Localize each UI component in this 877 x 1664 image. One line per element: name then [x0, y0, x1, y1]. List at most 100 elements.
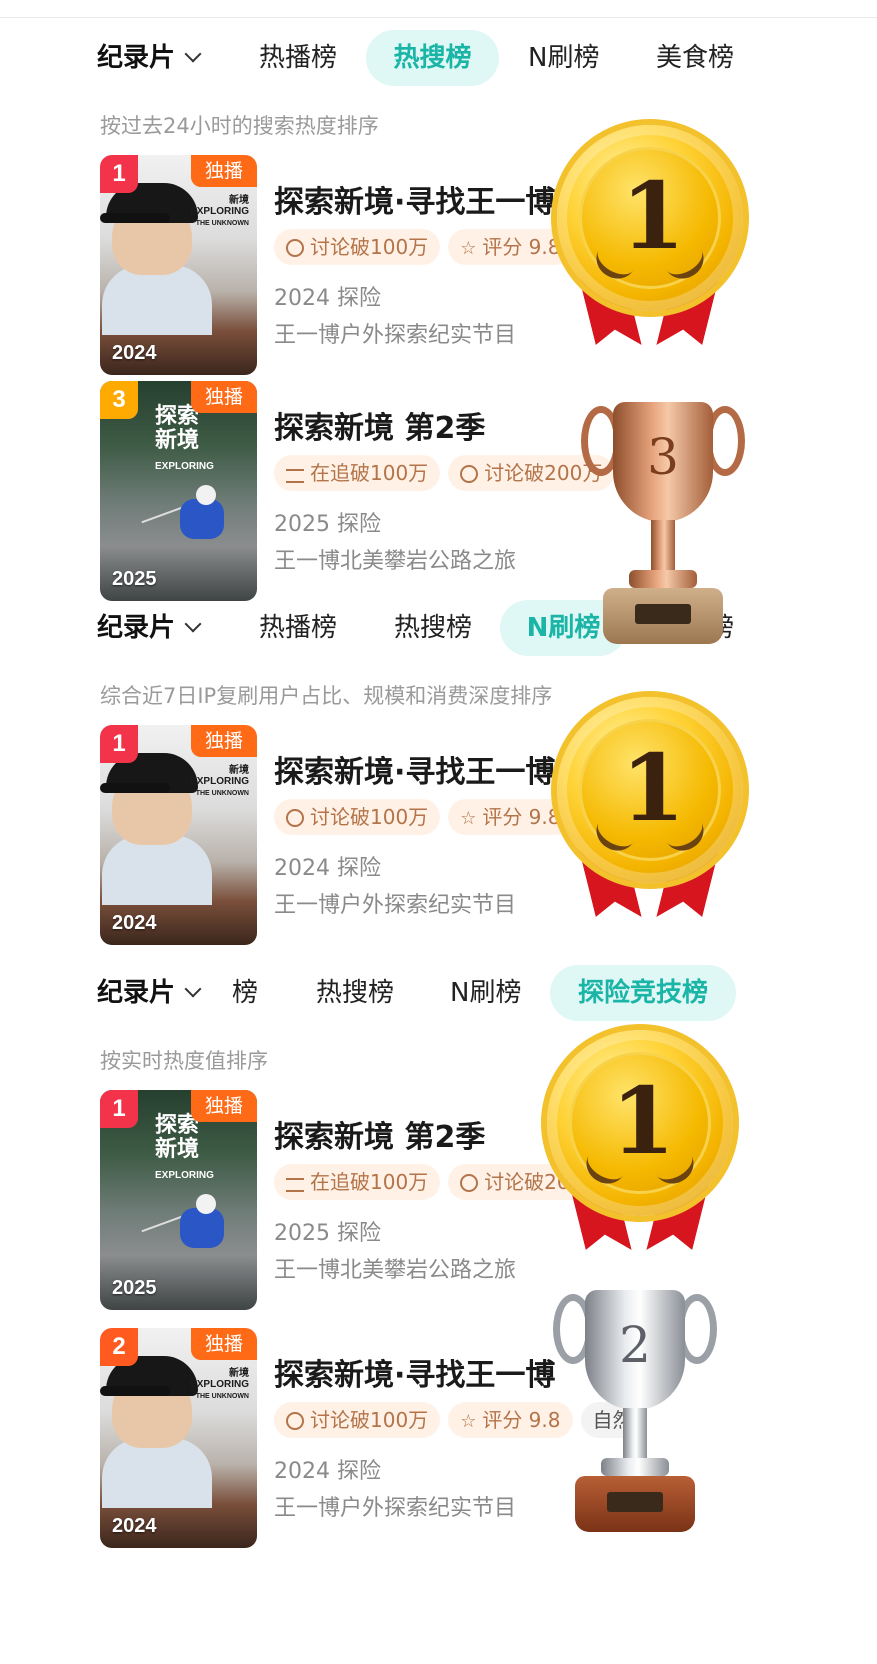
show-title[interactable]: 探索新境·寻找王一博	[274, 1350, 555, 1394]
show-poster[interactable]: 探索 新境 EXPLORING 1 独播 2025	[100, 1090, 257, 1310]
list-icon	[286, 1178, 304, 1192]
star-icon: ☆	[460, 1411, 477, 1432]
show-poster[interactable]: 探索 新境 EXPLORING 3 独播 2025	[100, 381, 257, 601]
show-meta: 2024 探险	[274, 286, 381, 311]
exclusive-badge: 独播	[191, 1090, 257, 1122]
rank-badge: 1	[100, 1090, 138, 1128]
trophy-collar	[629, 570, 697, 588]
show-title[interactable]: 探索新境·寻找王一博	[274, 177, 555, 221]
show-meta: 2024 探险	[274, 1459, 381, 1484]
rating-tag: ☆ 评分 9.8	[448, 229, 573, 265]
category-label: 纪录片	[97, 613, 176, 643]
chevron-down-icon	[184, 615, 202, 633]
poster-climber-helmet	[196, 1194, 216, 1214]
gold-medal-icon: 1	[557, 697, 747, 927]
comment-icon	[286, 809, 304, 827]
show-title[interactable]: 探索新境 第2季	[274, 403, 485, 447]
ranking-description: 按过去24小时的搜索热度排序	[100, 114, 379, 138]
tab-hot-search[interactable]: 热搜榜	[394, 600, 472, 656]
poster-figure	[102, 1438, 212, 1508]
ranking-tab-bar: 纪录片 热播榜 热搜榜 N刷榜 美食榜	[0, 30, 877, 86]
tab-adventure-competition[interactable]: 探险竞技榜	[550, 965, 736, 1021]
ranking-description: 综合近7日IP复刷用户占比、规模和消费深度排序	[100, 684, 553, 708]
medal-disc: 1	[547, 1030, 733, 1216]
chevron-down-icon	[184, 980, 202, 998]
show-poster[interactable]: 新境 EXPLORING THE UNKNOWN 1 独播 2024	[100, 155, 257, 375]
show-meta: 2025 探险	[274, 1221, 381, 1246]
show-description: 王一博户外探索纪实节目	[274, 893, 517, 918]
category-label: 纪录片	[97, 978, 176, 1008]
poster-title-text: 新境 EXPLORING THE UNKNOWN	[190, 765, 249, 797]
top-divider	[0, 0, 877, 18]
poster-climber	[180, 1208, 224, 1248]
poster-year: 2024	[112, 1515, 157, 1537]
show-poster[interactable]: 新境 EXPLORING THE UNKNOWN 1 独播 2024	[100, 725, 257, 945]
poster-title-text: 新境 EXPLORING THE UNKNOWN	[190, 1368, 249, 1400]
show-poster[interactable]: 新境 EXPLORING THE UNKNOWN 2 独播 2024	[100, 1328, 257, 1548]
trophy-stem	[651, 520, 675, 576]
poster-year: 2025	[112, 1277, 157, 1299]
tab-hot-search[interactable]: 热搜榜	[366, 30, 499, 86]
poster-cap-brim	[100, 1386, 170, 1396]
comment-icon	[460, 465, 479, 483]
category-dropdown[interactable]: 纪录片	[97, 965, 202, 1021]
poster-figure	[102, 835, 212, 905]
tab-n-rewatch[interactable]: N刷榜	[528, 30, 599, 86]
poster-figure	[102, 265, 212, 335]
comment-icon	[460, 1174, 479, 1192]
show-title[interactable]: 探索新境·寻找王一博	[274, 747, 555, 791]
poster-year: 2024	[112, 342, 157, 364]
ranking-tab-bar: 纪录片 榜 热搜榜 N刷榜 探险竞技榜	[0, 965, 877, 1021]
show-tags: 讨论破100万 ☆ 评分 9.8	[274, 229, 581, 265]
discussion-tag: 讨论破100万	[274, 799, 441, 835]
trophy-number: 2	[619, 1316, 651, 1374]
silver-trophy-icon: 2	[545, 1280, 725, 1540]
rank-badge: 2	[100, 1328, 138, 1366]
trophy-collar	[601, 1458, 669, 1476]
following-tag: 在追破100万	[274, 1164, 441, 1200]
trophy-plate	[635, 604, 691, 624]
show-description: 王一博北美攀岩公路之旅	[274, 549, 517, 574]
poster-climber	[180, 499, 224, 539]
show-title[interactable]: 探索新境 第2季	[274, 1112, 485, 1156]
show-tags: 讨论破100万 ☆ 评分 9.8	[274, 799, 581, 835]
poster-year: 2024	[112, 912, 157, 934]
trophy-plate	[607, 1492, 663, 1512]
poster-cap-brim	[100, 783, 170, 793]
category-dropdown[interactable]: 纪录片	[97, 600, 202, 656]
tab-hot-play[interactable]: 榜	[232, 965, 258, 1021]
tab-hot-play[interactable]: 热播榜	[259, 600, 337, 656]
discussion-tag: 讨论破100万	[274, 1402, 441, 1438]
bronze-trophy-icon: 3	[573, 392, 753, 652]
tab-hot-search[interactable]: 热搜榜	[316, 965, 394, 1021]
medal-disc: 1	[557, 125, 743, 311]
chevron-down-icon	[184, 45, 202, 63]
show-description: 王一博北美攀岩公路之旅	[274, 1258, 517, 1283]
comment-icon	[286, 1412, 304, 1430]
following-tag: 在追破100万	[274, 455, 441, 491]
tab-food[interactable]: 美食榜	[656, 30, 734, 86]
rank-badge: 1	[100, 725, 138, 763]
medal-face: 1	[579, 147, 721, 289]
show-card[interactable]: 新境 EXPLORING THE UNKNOWN 2 独播 2024 探索新境·寻找…	[100, 1328, 860, 1548]
show-tags: 在追破100万 讨论破200万	[274, 455, 622, 491]
tab-hot-play[interactable]: 热播榜	[259, 30, 337, 86]
trophy-stem	[623, 1408, 647, 1464]
list-icon	[286, 469, 304, 483]
category-dropdown[interactable]: 纪录片	[97, 30, 202, 86]
poster-climber-helmet	[196, 485, 216, 505]
rank-badge: 1	[100, 155, 138, 193]
medal-disc: 1	[557, 697, 743, 883]
poster-cap-brim	[100, 213, 170, 223]
exclusive-badge: 独播	[191, 1328, 257, 1360]
star-icon: ☆	[460, 808, 477, 829]
show-meta: 2024 探险	[274, 856, 381, 881]
category-label: 纪录片	[97, 43, 176, 73]
medal-face: 1	[579, 719, 721, 861]
gold-medal-icon: 1	[557, 125, 747, 355]
star-icon: ☆	[460, 238, 477, 259]
show-description: 王一博户外探索纪实节目	[274, 323, 517, 348]
show-card[interactable]: 探索 新境 EXPLORING 1 独播 2025 探索新境 第2季 在追破100万…	[100, 1090, 860, 1310]
tab-n-rewatch[interactable]: N刷榜	[450, 965, 521, 1021]
medal-face: 1	[569, 1052, 711, 1194]
